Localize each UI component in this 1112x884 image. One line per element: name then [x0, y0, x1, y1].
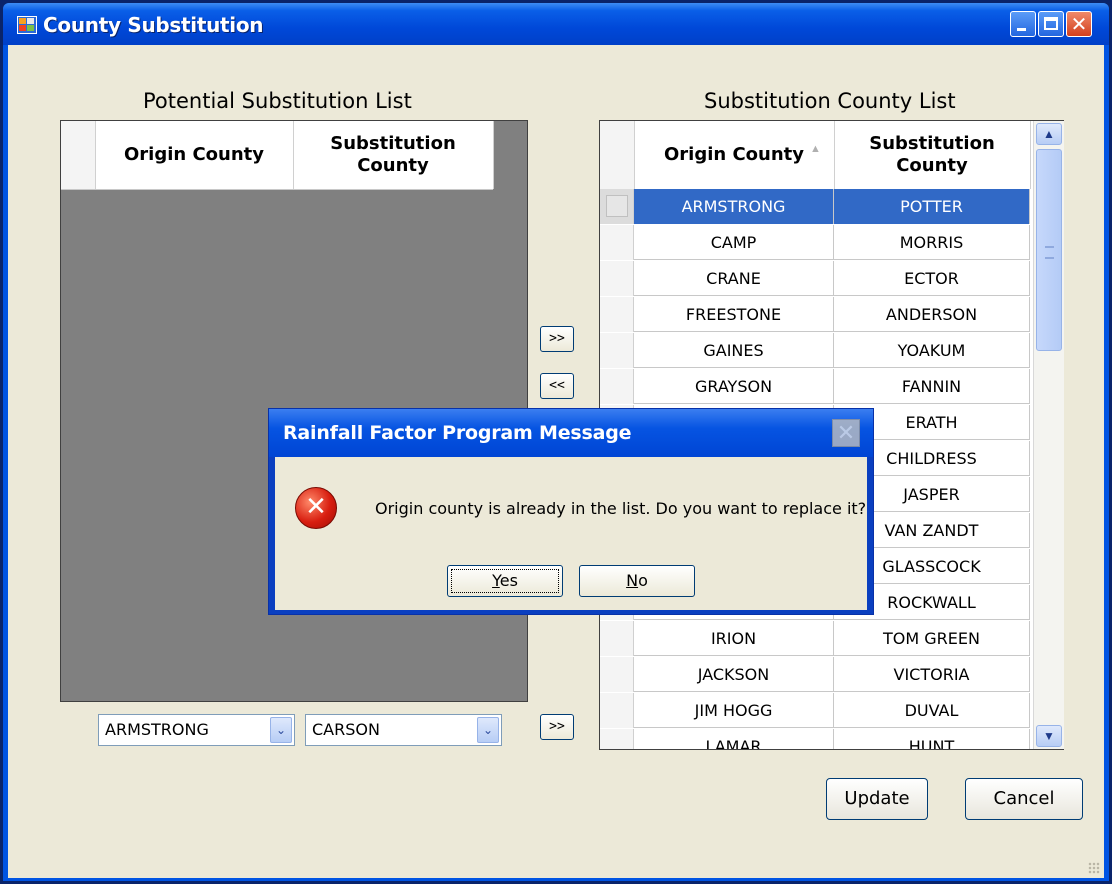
resize-grip-icon[interactable]: [1088, 862, 1100, 874]
yes-mnemonic: Y: [492, 571, 500, 590]
minimize-icon: [1017, 28, 1026, 31]
grid-header: Origin County Substitution County: [61, 121, 494, 190]
scroll-up-arrow-icon[interactable]: ▲: [1036, 123, 1062, 145]
remove-from-list-button[interactable]: <<: [540, 373, 574, 399]
row-header[interactable]: [600, 369, 634, 404]
column-header-substitution[interactable]: Substitution County: [834, 121, 1031, 189]
origin-county-cell[interactable]: JACKSON: [634, 657, 834, 692]
scroll-down-arrow-icon[interactable]: ▼: [1036, 725, 1062, 747]
maximize-button[interactable]: [1038, 11, 1064, 37]
substitution-county-value: CARSON: [312, 720, 380, 739]
row-header[interactable]: [600, 621, 634, 656]
column-header-origin[interactable]: Origin County: [95, 121, 294, 189]
table-row[interactable]: IRION TOM GREEN: [600, 621, 1030, 656]
substitution-county-cell[interactable]: FANNIN: [834, 369, 1030, 404]
column-header-origin-label: Origin County: [663, 144, 805, 165]
main-window: County Substitution ✕ Potential Substitu…: [0, 0, 1112, 884]
potential-list-title: Potential Substitution List: [143, 89, 412, 113]
table-row[interactable]: CAMP MORRIS: [600, 225, 1030, 260]
row-header[interactable]: [600, 333, 634, 368]
update-button[interactable]: Update: [826, 778, 928, 820]
origin-county-value: ARMSTRONG: [105, 720, 209, 739]
origin-county-cell[interactable]: ARMSTRONG: [634, 189, 834, 224]
column-header-substitution[interactable]: Substitution County: [293, 121, 494, 189]
row-header[interactable]: [600, 729, 634, 749]
close-button[interactable]: ✕: [1066, 11, 1092, 37]
substitution-county-cell[interactable]: ECTOR: [834, 261, 1030, 296]
substitution-county-cell[interactable]: DUVAL: [834, 693, 1030, 728]
table-row[interactable]: FREESTONE ANDERSON: [600, 297, 1030, 332]
dialog-close-icon[interactable]: ✕: [832, 419, 860, 447]
app-icon: [17, 16, 37, 34]
column-header-origin[interactable]: Origin County: [634, 121, 835, 189]
cancel-button[interactable]: Cancel: [965, 778, 1083, 820]
origin-county-cell[interactable]: JIM HOGG: [634, 693, 834, 728]
table-row[interactable]: ARMSTRONG POTTER: [600, 189, 1030, 224]
origin-county-combo[interactable]: ARMSTRONG ⌄: [98, 714, 295, 746]
table-row[interactable]: LAMAR HUNT: [600, 729, 1030, 749]
grid-header: Origin County ▲ Substitution County: [600, 121, 1031, 190]
row-header[interactable]: [600, 225, 634, 260]
yes-label: es: [499, 571, 518, 590]
row-header[interactable]: [600, 189, 634, 224]
dialog-title: Rainfall Factor Program Message: [283, 422, 632, 444]
title-bar[interactable]: County Substitution ✕: [3, 3, 1109, 45]
yes-button[interactable]: Yes: [447, 565, 563, 597]
maximize-icon: [1044, 17, 1058, 30]
no-button[interactable]: No: [579, 565, 695, 597]
row-header[interactable]: [600, 297, 634, 332]
substitution-county-cell[interactable]: HUNT: [834, 729, 1030, 749]
dialog-body: ✕ Origin county is already in the list. …: [275, 457, 867, 610]
table-row[interactable]: GRAYSON FANNIN: [600, 369, 1030, 404]
row-header[interactable]: [600, 693, 634, 728]
message-dialog: Rainfall Factor Program Message ✕ ✕ Orig…: [268, 408, 874, 615]
table-row[interactable]: CRANE ECTOR: [600, 261, 1030, 296]
dialog-message: Origin county is already in the list. Do…: [375, 499, 867, 518]
add-to-list-button[interactable]: >>: [540, 326, 574, 352]
table-row[interactable]: GAINES YOAKUM: [600, 333, 1030, 368]
origin-county-cell[interactable]: CRANE: [634, 261, 834, 296]
origin-county-cell[interactable]: IRION: [634, 621, 834, 656]
substitution-county-combo[interactable]: CARSON ⌄: [305, 714, 502, 746]
no-label: o: [638, 571, 648, 590]
error-icon: ✕: [295, 487, 337, 529]
substitution-county-cell[interactable]: MORRIS: [834, 225, 1030, 260]
add-selection-button[interactable]: >>: [540, 714, 574, 740]
chevron-down-icon[interactable]: ⌄: [477, 717, 499, 743]
table-row[interactable]: JIM HOGG DUVAL: [600, 693, 1030, 728]
substitution-county-cell[interactable]: YOAKUM: [834, 333, 1030, 368]
origin-county-cell[interactable]: GAINES: [634, 333, 834, 368]
substitution-list-title: Substitution County List: [704, 89, 956, 113]
dialog-title-bar[interactable]: Rainfall Factor Program Message ✕: [269, 409, 873, 457]
grip-icon: [1045, 246, 1054, 259]
chevron-down-icon[interactable]: ⌄: [270, 717, 292, 743]
substitution-county-cell[interactable]: VICTORIA: [834, 657, 1030, 692]
table-row[interactable]: JACKSON VICTORIA: [600, 657, 1030, 692]
vertical-scrollbar[interactable]: ▲ ▼: [1033, 121, 1064, 749]
minimize-button[interactable]: [1010, 11, 1036, 37]
origin-county-cell[interactable]: GRAYSON: [634, 369, 834, 404]
row-header-corner: [61, 121, 96, 189]
substitution-county-cell[interactable]: POTTER: [834, 189, 1030, 224]
no-mnemonic: N: [626, 571, 639, 590]
origin-county-cell[interactable]: FREESTONE: [634, 297, 834, 332]
close-icon: ✕: [1070, 12, 1088, 36]
origin-county-cell[interactable]: LAMAR: [634, 729, 834, 749]
origin-county-cell[interactable]: CAMP: [634, 225, 834, 260]
row-header[interactable]: [600, 261, 634, 296]
scrollbar-thumb[interactable]: [1036, 149, 1062, 351]
substitution-county-cell[interactable]: ANDERSON: [834, 297, 1030, 332]
row-header-corner: [600, 121, 635, 189]
window-title: County Substitution: [43, 13, 264, 37]
substitution-county-cell[interactable]: TOM GREEN: [834, 621, 1030, 656]
sort-ascending-icon: ▲: [810, 143, 821, 155]
row-header[interactable]: [600, 657, 634, 692]
